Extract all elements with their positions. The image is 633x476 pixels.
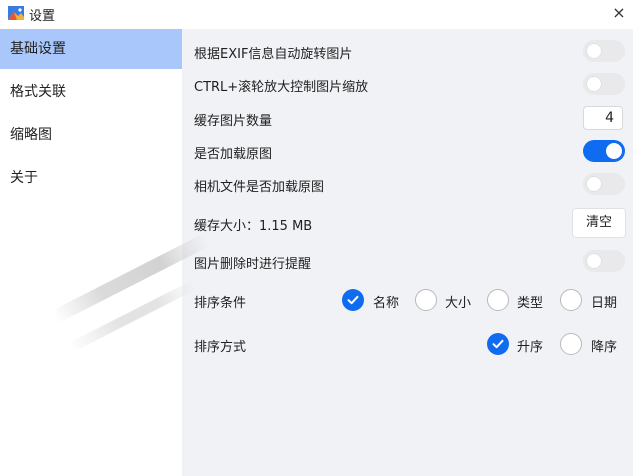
sidebar-item-basic-settings[interactable]: 基础设置: [0, 29, 182, 69]
sort-option-label[interactable]: 大小: [445, 292, 471, 311]
sidebar-item-thumbnail[interactable]: 缩略图: [0, 115, 182, 155]
sidebar-item-format-association[interactable]: 格式关联: [0, 72, 182, 112]
toggle-knob: [587, 177, 601, 191]
sort-option-label[interactable]: 类型: [517, 292, 543, 311]
auto-rotate-toggle[interactable]: [583, 40, 625, 62]
setting-label: 相机文件是否加载原图: [194, 180, 325, 195]
checkmark-icon: [492, 339, 504, 349]
toggle-knob: [587, 254, 601, 268]
sort-order-option-label[interactable]: 降序: [591, 336, 617, 355]
sort-ascending-radio[interactable]: [487, 333, 509, 355]
setting-label: 根据EXIF信息自动旋转图片: [194, 47, 353, 62]
setting-row-cache-count: 缓存图片数量 4: [194, 106, 633, 130]
load-original-toggle[interactable]: [583, 140, 625, 162]
sort-condition-label: 排序条件: [194, 296, 247, 311]
setting-row-ctrl-zoom: CTRL+滚轮放大控制图片缩放: [194, 73, 633, 95]
window-title: 设置: [29, 9, 56, 24]
setting-label: 是否加载原图: [194, 147, 273, 162]
sort-by-size-radio[interactable]: [415, 289, 437, 311]
title-bar: 设置 ×: [0, 0, 633, 29]
setting-label: CTRL+滚轮放大控制图片缩放: [194, 80, 369, 95]
toggle-knob: [587, 77, 601, 91]
sort-by-date-radio[interactable]: [560, 289, 582, 311]
setting-row-sort-order: 排序方式 升序 降序: [194, 333, 633, 355]
setting-label: 缓存图片数量: [194, 114, 273, 129]
toggle-knob: [606, 143, 622, 159]
checkmark-icon: [347, 295, 359, 305]
delete-prompt-toggle[interactable]: [583, 250, 625, 272]
clear-cache-button[interactable]: 清空: [572, 208, 626, 238]
sort-descending-radio[interactable]: [560, 333, 582, 355]
setting-row-load-original: 是否加载原图: [194, 140, 633, 162]
setting-label: 图片删除时进行提醒: [194, 257, 312, 272]
sort-option-label[interactable]: 名称: [373, 292, 399, 311]
setting-row-camera-load-original: 相机文件是否加载原图: [194, 173, 633, 195]
app-icon: [8, 6, 24, 20]
cache-size-label: 缓存大小：1.15 MB: [194, 219, 313, 234]
sort-by-type-radio[interactable]: [487, 289, 509, 311]
sidebar: 基础设置 格式关联 缩略图 关于: [0, 29, 182, 476]
sort-option-label[interactable]: 日期: [591, 292, 617, 311]
sort-by-name-radio[interactable]: [342, 289, 364, 311]
sidebar-item-about[interactable]: 关于: [0, 158, 182, 198]
sort-order-label: 排序方式: [194, 340, 247, 355]
toggle-knob: [587, 44, 601, 58]
setting-row-auto-rotate: 根据EXIF信息自动旋转图片: [194, 40, 633, 62]
setting-row-cache-size: 缓存大小：1.15 MB 清空: [194, 208, 633, 238]
ctrl-zoom-toggle[interactable]: [583, 73, 625, 95]
close-icon[interactable]: ×: [607, 1, 631, 25]
sort-order-option-label[interactable]: 升序: [517, 336, 543, 355]
setting-row-delete-prompt: 图片删除时进行提醒: [194, 250, 633, 272]
setting-row-sort-condition: 排序条件 名称 大小 类型 日期: [194, 289, 633, 311]
camera-load-original-toggle[interactable]: [583, 173, 625, 195]
cache-count-input[interactable]: 4: [583, 106, 623, 130]
